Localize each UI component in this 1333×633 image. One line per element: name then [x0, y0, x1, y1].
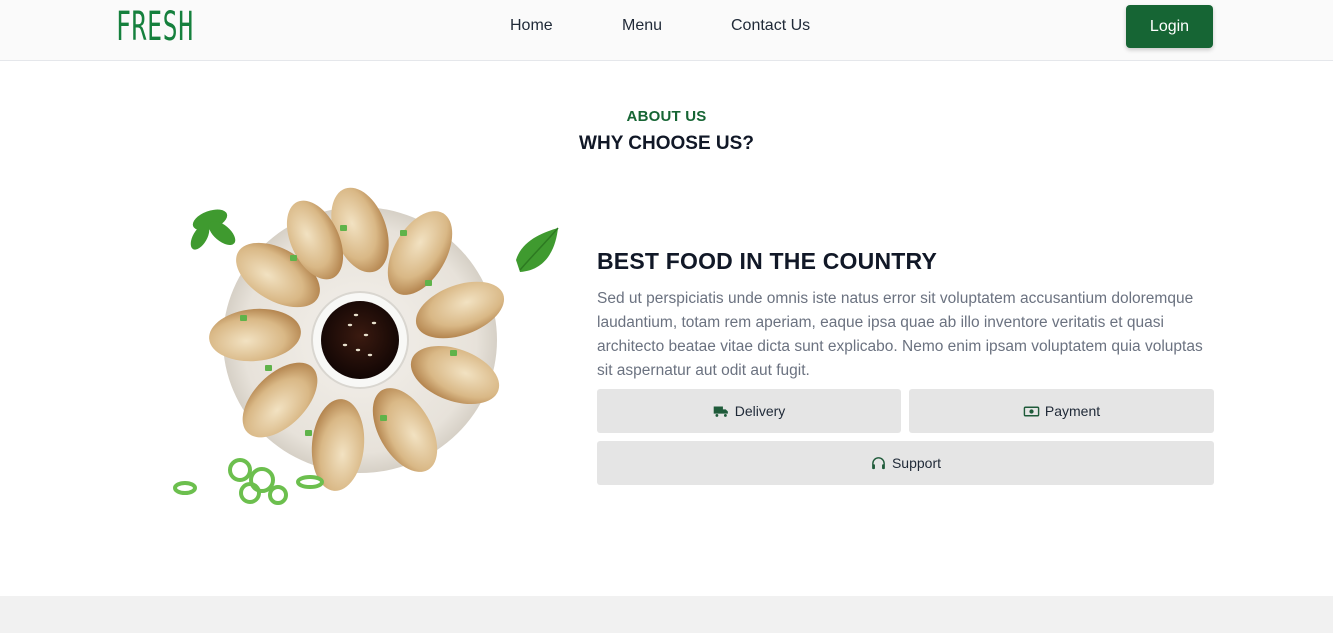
next-section-band — [0, 596, 1333, 633]
section-eyebrow: ABOUT US — [626, 108, 707, 125]
nav-home-link[interactable]: Home — [510, 17, 553, 35]
nav-contact-link[interactable]: Contact Us — [731, 17, 810, 35]
headset-icon — [872, 456, 885, 469]
nav-menu-link[interactable]: Menu — [622, 17, 662, 35]
payment-chip[interactable]: Payment — [909, 389, 1214, 433]
delivery-label: Delivery — [734, 403, 786, 419]
feature-title: BEST FOOD IN THE COUNTRY — [597, 248, 938, 274]
delivery-chip[interactable]: Delivery — [597, 389, 901, 433]
brand-logo[interactable]: FRESH — [116, 4, 194, 50]
scallions — [173, 458, 324, 505]
money-icon — [1023, 406, 1040, 416]
support-chip[interactable]: Support — [597, 441, 1214, 485]
login-button[interactable]: Login — [1126, 5, 1213, 48]
site-header: FRESH Home Menu Contact Us Login — [0, 0, 1333, 61]
support-label: Support — [891, 455, 942, 471]
basil-leaf — [190, 209, 236, 250]
section-title: WHY CHOOSE US? — [579, 133, 754, 154]
feature-description: Sed ut perspiciatis unde omnis iste natu… — [597, 290, 1203, 379]
basil-leaf-icon — [516, 227, 559, 272]
payment-label: Payment — [1044, 403, 1101, 419]
truck-icon — [713, 406, 728, 417]
dumplings-plate-image — [173, 187, 505, 505]
